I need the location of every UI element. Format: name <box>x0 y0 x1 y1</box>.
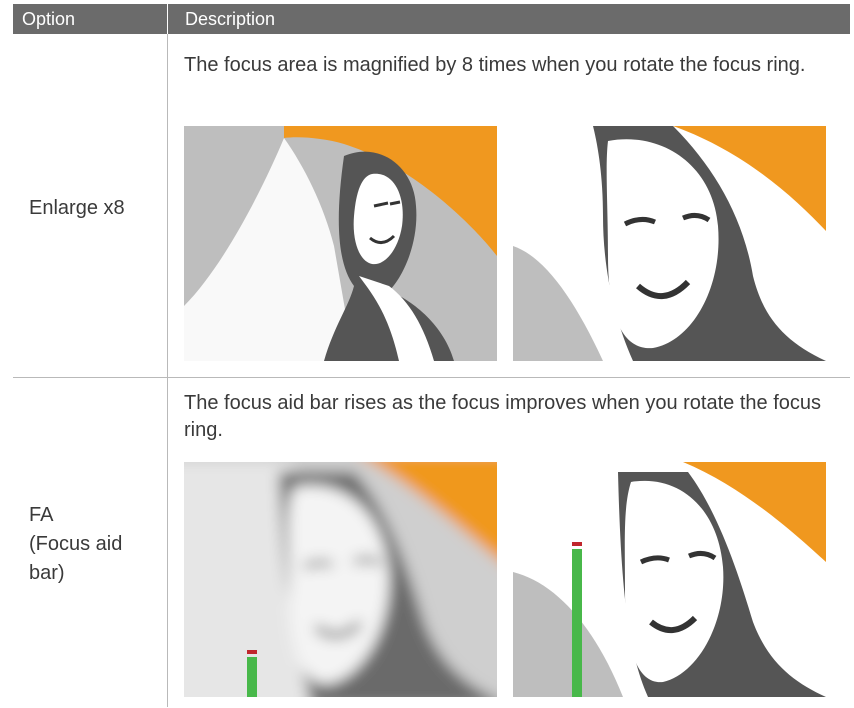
illustration-blurred-focus <box>184 462 497 697</box>
row-divider <box>13 377 850 378</box>
option-focus-aid-bar: FA (Focus aid bar) <box>29 501 122 588</box>
description-focus-aid-bar: The focus aid bar rises as the focus imp… <box>184 392 821 441</box>
header-divider <box>167 4 168 34</box>
illustration-enlarged-view <box>513 126 826 361</box>
description-enlarge-x8: The focus area is magnified by 8 times w… <box>184 54 806 76</box>
illustration-sharp-focus <box>513 462 826 697</box>
focus-aid-bar-cap <box>572 542 582 546</box>
illustration-normal-view <box>184 126 497 361</box>
focus-aid-bar-low <box>247 657 257 697</box>
option-focus-aid-line-2: (Focus aid <box>29 533 123 555</box>
header-description: Description <box>185 9 276 29</box>
table-header: Option Description <box>13 4 850 34</box>
focus-aid-bar-high <box>572 549 582 697</box>
option-focus-aid-line-1: FA <box>29 504 54 526</box>
column-divider <box>167 34 168 707</box>
header-option: Option <box>22 9 76 29</box>
option-focus-aid-line-3: bar) <box>29 562 65 584</box>
focus-aid-bar-cap <box>247 650 257 654</box>
option-enlarge-x8: Enlarge x8 <box>29 197 125 219</box>
